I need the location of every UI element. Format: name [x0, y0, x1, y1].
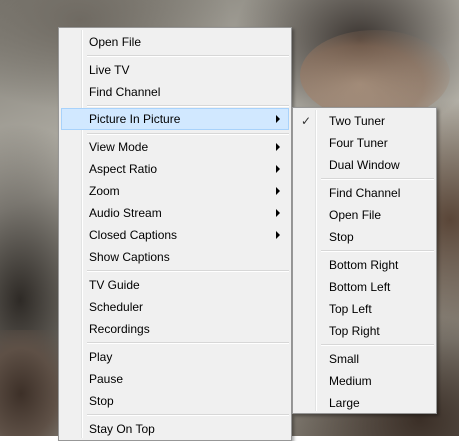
menu-item-closed-captions[interactable]: Closed Captions: [61, 224, 289, 246]
menu-item-label: Open File: [329, 208, 382, 222]
submenu-item-medium[interactable]: Medium: [295, 370, 434, 392]
menu-item-view-mode[interactable]: View Mode: [61, 136, 289, 158]
menu-item-label: Large: [329, 396, 360, 410]
pip-submenu: ✓ Two Tuner Four Tuner Dual Window Find …: [292, 107, 437, 414]
menu-item-label: Play: [89, 350, 113, 364]
submenu-item-open-file[interactable]: Open File: [295, 204, 434, 226]
menu-separator: [87, 342, 289, 344]
menu-item-label: View Mode: [89, 140, 149, 154]
menu-item-label: Audio Stream: [89, 206, 162, 220]
menu-item-label: Small: [329, 352, 360, 366]
submenu-item-top-right[interactable]: Top Right: [295, 320, 434, 342]
menu-item-label: Picture In Picture: [89, 112, 181, 126]
menu-item-label: Stop: [329, 230, 354, 244]
submenu-item-two-tuner[interactable]: ✓ Two Tuner: [295, 110, 434, 132]
menu-item-stay-on-top[interactable]: Stay On Top: [61, 418, 289, 440]
check-icon: ✓: [300, 114, 312, 128]
submenu-item-find-channel[interactable]: Find Channel: [295, 182, 434, 204]
submenu-item-small[interactable]: Small: [295, 348, 434, 370]
menu-item-label: Zoom: [89, 184, 120, 198]
submenu-arrow-icon: [276, 143, 280, 151]
menu-item-label: Top Left: [329, 302, 372, 316]
menu-item-label: Aspect Ratio: [89, 162, 158, 176]
menu-item-label: Show Captions: [89, 250, 170, 264]
menu-item-scheduler[interactable]: Scheduler: [61, 296, 289, 318]
menu-item-label: Top Right: [329, 324, 380, 338]
submenu-item-large[interactable]: Large: [295, 392, 434, 414]
menu-item-picture-in-picture[interactable]: Picture In Picture: [61, 108, 289, 130]
menu-item-label: Stay On Top: [89, 422, 155, 436]
submenu-item-bottom-right[interactable]: Bottom Right: [295, 254, 434, 276]
menu-separator: [321, 344, 434, 346]
submenu-arrow-icon: [276, 231, 280, 239]
menu-item-zoom[interactable]: Zoom: [61, 180, 289, 202]
menu-item-label: Medium: [329, 374, 372, 388]
menu-separator: [87, 414, 289, 416]
menu-item-label: Stop: [89, 394, 114, 408]
submenu-arrow-icon: [276, 209, 280, 217]
menu-item-label: Bottom Right: [329, 258, 399, 272]
menu-item-label: Open File: [89, 35, 142, 49]
submenu-arrow-icon: [276, 115, 280, 123]
menu-item-audio-stream[interactable]: Audio Stream: [61, 202, 289, 224]
menu-item-label: Bottom Left: [329, 280, 391, 294]
menu-item-label: Live TV: [89, 63, 130, 77]
menu-separator: [87, 55, 289, 57]
menu-item-tv-guide[interactable]: TV Guide: [61, 274, 289, 296]
menu-item-live-tv[interactable]: Live TV: [61, 59, 289, 81]
submenu-arrow-icon: [276, 187, 280, 195]
menu-item-show-captions[interactable]: Show Captions: [61, 246, 289, 268]
menu-item-label: Closed Captions: [89, 228, 178, 242]
menu-item-label: Find Channel: [329, 186, 401, 200]
menu-item-find-channel[interactable]: Find Channel: [61, 81, 289, 103]
menu-separator: [87, 270, 289, 272]
submenu-item-stop[interactable]: Stop: [295, 226, 434, 248]
menu-item-pause[interactable]: Pause: [61, 368, 289, 390]
submenu-arrow-icon: [276, 165, 280, 173]
menu-item-label: Recordings: [89, 322, 150, 336]
menu-item-label: Pause: [89, 372, 124, 386]
menu-item-label: Four Tuner: [329, 136, 388, 150]
menu-item-label: Scheduler: [89, 300, 144, 314]
menu-separator: [87, 133, 289, 135]
menu-item-label: Two Tuner: [329, 114, 386, 128]
menu-item-recordings[interactable]: Recordings: [61, 318, 289, 340]
submenu-item-dual-window[interactable]: Dual Window: [295, 154, 434, 176]
context-menu: Open File Live TV Find Channel Picture I…: [58, 27, 292, 441]
menu-item-stop[interactable]: Stop: [61, 390, 289, 412]
submenu-item-top-left[interactable]: Top Left: [295, 298, 434, 320]
menu-item-play[interactable]: Play: [61, 346, 289, 368]
submenu-item-bottom-left[interactable]: Bottom Left: [295, 276, 434, 298]
menu-item-label: Dual Window: [329, 158, 400, 172]
menu-item-label: Find Channel: [89, 85, 161, 99]
menu-separator: [321, 250, 434, 252]
menu-separator: [87, 105, 289, 107]
menu-separator: [321, 178, 434, 180]
submenu-item-four-tuner[interactable]: Four Tuner: [295, 132, 434, 154]
menu-item-label: TV Guide: [89, 278, 140, 292]
menu-item-aspect-ratio[interactable]: Aspect Ratio: [61, 158, 289, 180]
menu-item-open-file[interactable]: Open File: [61, 31, 289, 53]
